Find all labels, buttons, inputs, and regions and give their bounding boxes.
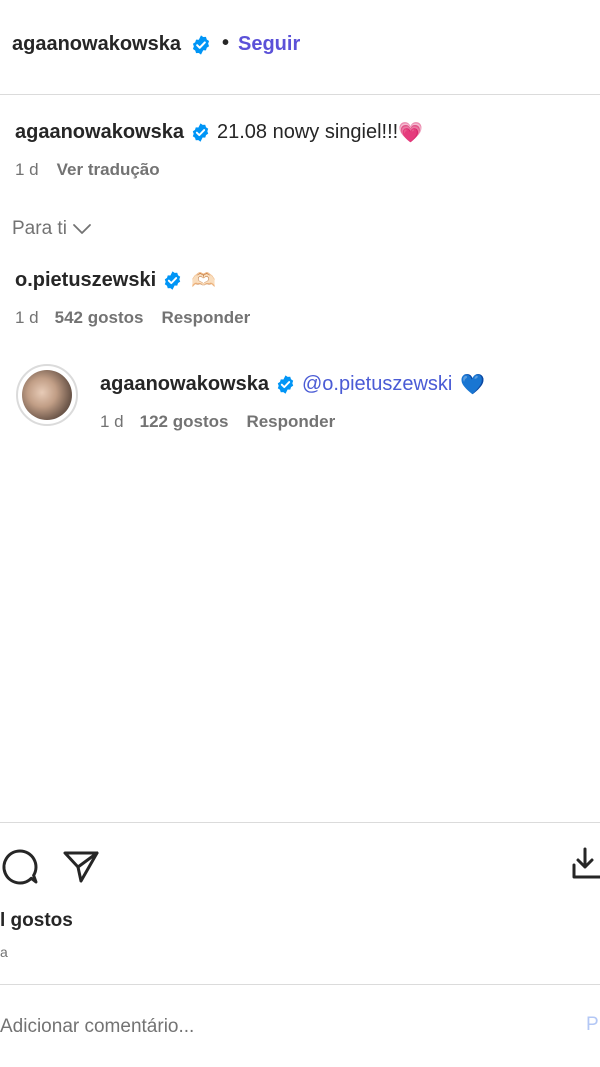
comment-filter-dropdown[interactable]: Para ti	[12, 218, 92, 240]
reply-likes[interactable]: 122 gostos	[140, 412, 229, 432]
comment-input[interactable]	[0, 1012, 560, 1042]
post-action-bar	[0, 822, 600, 914]
reply-button[interactable]: Responder	[246, 412, 335, 432]
comment-meta: 1 d 542 gostos Responder	[15, 308, 250, 328]
follow-button[interactable]: Seguir	[238, 33, 300, 56]
share-icon[interactable]	[62, 847, 100, 885]
post-date: a	[0, 944, 8, 960]
download-icon[interactable]	[570, 845, 600, 883]
separator-dot: •	[222, 32, 230, 54]
verified-badge-icon	[277, 375, 294, 394]
caption-meta: 1 d Ver tradução	[15, 160, 160, 180]
caption-time: 1 d	[15, 160, 39, 179]
heart-emoji: 💗	[398, 122, 424, 144]
post-likes-count[interactable]: l gostos	[0, 910, 73, 932]
comment-item: o.pietuszewski 🫶🏻	[15, 268, 216, 293]
comment-icon[interactable]	[0, 847, 40, 887]
see-translation-button[interactable]: Ver tradução	[57, 160, 160, 180]
reply-username[interactable]: agaanowakowska	[100, 373, 269, 396]
blue-heart-emoji: 💙	[460, 374, 486, 396]
comment-filter-label: Para ti	[12, 218, 67, 239]
verified-badge-icon	[192, 123, 209, 142]
header-username[interactable]: agaanowakowska	[12, 33, 181, 56]
verified-badge-icon	[164, 271, 181, 290]
avatar[interactable]	[16, 364, 78, 426]
reply-time: 1 d	[100, 412, 124, 431]
comment-time: 1 d	[15, 308, 39, 327]
comment-username[interactable]: o.pietuszewski	[15, 269, 156, 292]
post-header: agaanowakowska • Seguir	[0, 0, 600, 95]
post-caption: agaanowakowska 21.08 nowy singiel!!! 💗	[15, 120, 595, 145]
comment-likes[interactable]: 542 gostos	[55, 308, 144, 328]
reply-meta: 1 d 122 gostos Responder	[100, 412, 335, 432]
reply-item: agaanowakowska @o.pietuszewski 💙	[100, 372, 485, 397]
publish-button[interactable]: P	[586, 1014, 599, 1036]
chevron-down-icon	[73, 224, 91, 234]
caption-text: 21.08 nowy singiel!!!	[216, 121, 399, 143]
reply-button[interactable]: Responder	[161, 308, 250, 328]
comment-emoji: 🫶🏻	[191, 270, 217, 292]
mention-link[interactable]: @o.pietuszewski	[302, 373, 452, 396]
caption-username[interactable]: agaanowakowska	[15, 121, 184, 144]
verified-badge-icon	[192, 35, 210, 55]
